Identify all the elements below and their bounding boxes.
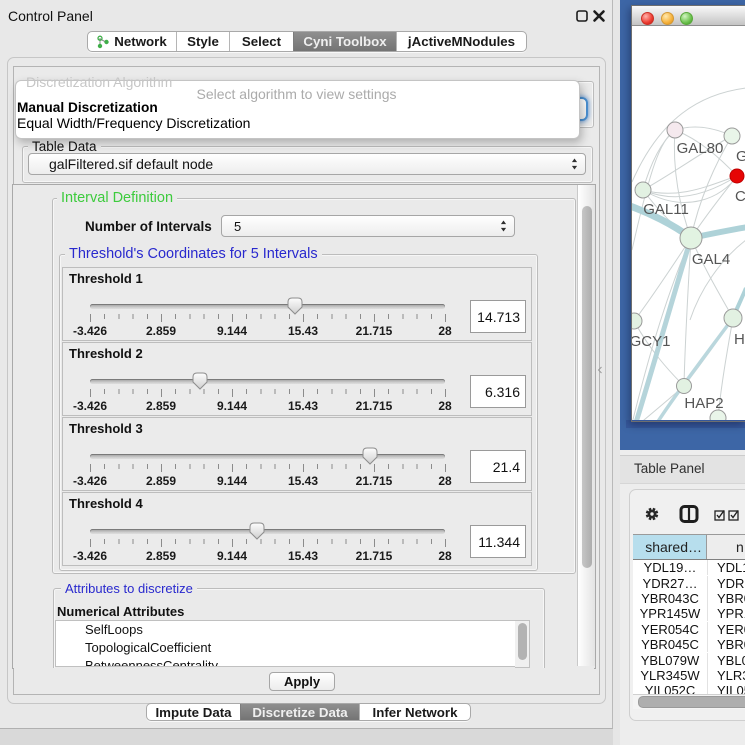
svg-text:GAL4: GAL4 xyxy=(692,251,730,268)
svg-text:GCY1: GCY1 xyxy=(632,333,670,350)
svg-text:GAL80: GAL80 xyxy=(677,140,724,157)
svg-text:HAP2: HAP2 xyxy=(684,395,723,412)
svg-text:HIS4: HIS4 xyxy=(734,331,745,348)
svg-text:CDC1: CDC1 xyxy=(735,188,745,205)
svg-text:GAL3: GAL3 xyxy=(736,148,745,165)
svg-text:GAL11: GAL11 xyxy=(643,201,689,218)
